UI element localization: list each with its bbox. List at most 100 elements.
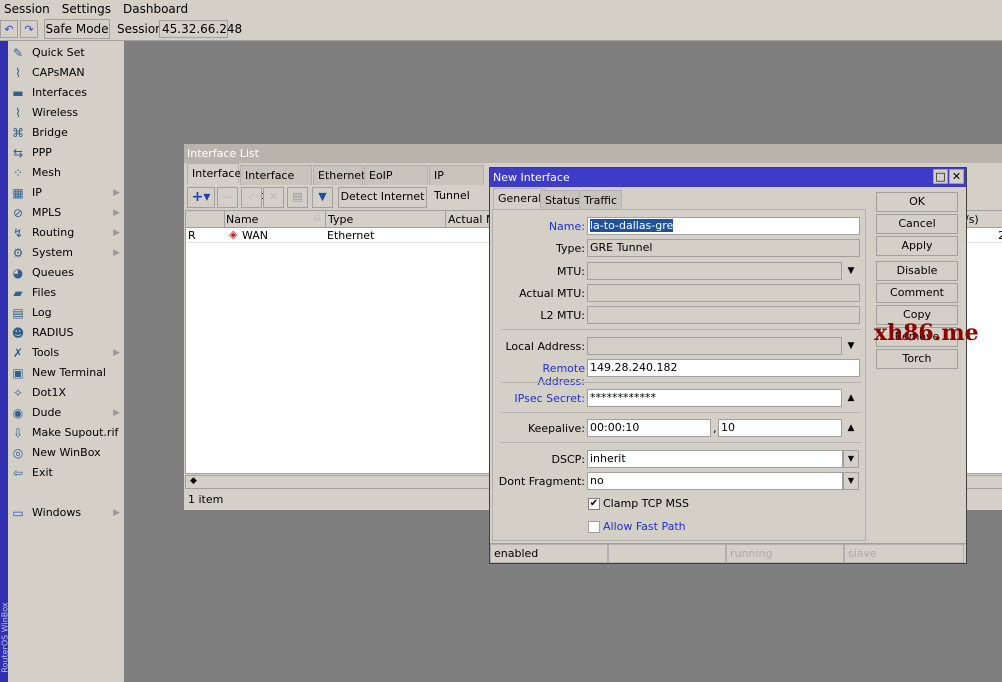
vertical-brand-text: RouterOS WinBox — [0, 602, 10, 673]
allow-fast-path-checkbox[interactable] — [588, 521, 600, 533]
remove-icon[interactable]: — — [217, 187, 238, 208]
sidebar-item-quick-set[interactable]: ✎ Quick Set — [8, 43, 124, 63]
sidebar-item-system[interactable]: ⚙ System ▶ — [8, 243, 124, 263]
sidebar-item-tools[interactable]: ✗ Tools ▶ — [8, 343, 124, 363]
sidebar-item-label: Exit — [32, 466, 53, 479]
item-count: 1 item — [188, 493, 224, 506]
disable-icon[interactable]: ✕ — [263, 187, 284, 208]
divider — [501, 382, 861, 383]
divider — [501, 442, 861, 443]
sidebar-item-windows[interactable]: ▭ Windows ▶ — [8, 503, 124, 523]
submenu-arrow-icon: ▶ — [113, 188, 120, 198]
collapse-arrow-icon[interactable]: ▲ — [843, 389, 859, 407]
name-input[interactable]: la-to-dallas-gre — [587, 217, 860, 235]
ok-button[interactable]: OK — [876, 192, 958, 212]
ipsec-secret-input[interactable]: ************ — [587, 389, 842, 407]
toolbar: ↶ ↷ Safe Mode Session: 45.32.66.248 — [0, 18, 1002, 41]
maximize-icon[interactable]: □ — [933, 169, 948, 184]
menubar: Session Settings Dashboard — [0, 0, 1002, 18]
col-type[interactable]: Type — [325, 211, 445, 228]
dscp-select[interactable]: inherit — [587, 450, 843, 468]
sidebar-item-dot1x[interactable]: ✧ Dot1X — [8, 383, 124, 403]
actual-mtu-value — [587, 284, 860, 302]
dot1x-icon: ✧ — [12, 386, 24, 400]
safe-mode-button[interactable]: Safe Mode — [44, 19, 110, 39]
apply-button[interactable]: Apply — [876, 236, 958, 256]
local-address-input[interactable] — [587, 337, 842, 355]
system-icon: ⚙ — [12, 246, 24, 260]
sidebar-item-log[interactable]: ▤ Log — [8, 303, 124, 323]
collapse-arrow-icon[interactable]: ▲ — [843, 419, 859, 437]
tab-general[interactable]: General — [493, 188, 547, 209]
detect-internet-button[interactable]: Detect Internet — [338, 187, 427, 208]
sidebar-item-bridge[interactable]: ⌘ Bridge — [8, 123, 124, 143]
menu-session[interactable]: Session — [0, 0, 54, 18]
sidebar-item-wireless[interactable]: ⌇ Wireless — [8, 103, 124, 123]
keepalive-retries-input[interactable]: 10 — [718, 419, 842, 437]
mtu-label: MTU: — [557, 265, 585, 278]
dude-icon: ◉ — [12, 406, 24, 420]
col-flag[interactable] — [186, 211, 225, 228]
tab-ethernet[interactable]: Ethernet — [313, 165, 365, 185]
actual-mtu-label: Actual MTU: — [519, 287, 585, 300]
col-rate[interactable]: /s) — [965, 213, 979, 226]
make-supout-rif-icon: ⇩ — [12, 426, 24, 440]
status-empty — [608, 544, 726, 563]
undo-icon[interactable]: ↶ — [0, 20, 18, 38]
sidebar-item-mesh[interactable]: ⁘ Mesh — [8, 163, 124, 183]
disable-button[interactable]: Disable — [876, 261, 958, 281]
sidebar-item-interfaces[interactable]: ▬ Interfaces — [8, 83, 124, 103]
clamp-tcp-mss-checkbox[interactable]: ✔ — [588, 498, 600, 510]
torch-button[interactable]: Torch — [876, 349, 958, 369]
tab-ip-tunnel[interactable]: IP Tunnel — [429, 165, 484, 202]
redo-icon[interactable]: ↷ — [20, 20, 38, 38]
sidebar-item-label: CAPsMAN — [32, 66, 85, 79]
col-name[interactable]: Name — [226, 213, 326, 226]
enable-icon[interactable]: ✓ — [241, 187, 262, 208]
sidebar-item-capsman[interactable]: ⌇ CAPsMAN — [8, 63, 124, 83]
submenu-arrow-icon: ▶ — [113, 408, 120, 418]
sidebar-item-ppp[interactable]: ⇆ PPP — [8, 143, 124, 163]
sidebar-item-ip[interactable]: ▦ IP ▶ — [8, 183, 124, 203]
sidebar-item-mpls[interactable]: ⊘ MPLS ▶ — [8, 203, 124, 223]
sort-asc-icon: △ — [314, 212, 321, 222]
log-icon: ▤ — [12, 306, 24, 320]
remote-address-input[interactable]: 149.28.240.182 — [587, 359, 860, 377]
keepalive-interval-input[interactable]: 00:00:10 — [587, 419, 711, 437]
close-icon[interactable]: ✕ — [949, 169, 964, 184]
clamp-tcp-mss-label: Clamp TCP MSS — [603, 497, 690, 510]
sidebar-item-label: Dot1X — [32, 386, 67, 399]
cancel-button[interactable]: Cancel — [876, 214, 958, 234]
menu-dashboard[interactable]: Dashboard — [119, 0, 192, 18]
sidebar-item-dude[interactable]: ◉ Dude ▶ — [8, 403, 124, 423]
row-name: WAN — [242, 229, 269, 242]
tab-interface-list[interactable]: Interface List — [240, 165, 312, 202]
tab-traffic[interactable]: Traffic — [579, 190, 623, 209]
sidebar-item-new-winbox[interactable]: ◎ New WinBox — [8, 443, 124, 463]
dropdown-arrow-icon[interactable]: ▼ — [843, 262, 859, 280]
tab-eoip-tunnel[interactable]: EoIP Tunnel — [364, 165, 428, 202]
filter-icon[interactable]: ▼ — [312, 187, 333, 208]
select-arrow-icon[interactable]: ▼ — [843, 450, 859, 468]
sidebar-item-radius[interactable]: ☻ RADIUS — [8, 323, 124, 343]
watermark: xh86.me — [874, 320, 979, 346]
add-button[interactable]: +▾ — [187, 187, 215, 208]
comment-icon[interactable]: ▤ — [287, 187, 308, 208]
select-arrow-icon[interactable]: ▼ — [843, 472, 859, 490]
tab-interface[interactable]: Interface — [187, 163, 241, 183]
dropdown-arrow-icon[interactable]: ▼ — [843, 337, 859, 355]
sidebar-item-new-terminal[interactable]: ▣ New Terminal — [8, 363, 124, 383]
sidebar-item-routing[interactable]: ↯ Routing ▶ — [8, 223, 124, 243]
sidebar-item-files[interactable]: ▰ Files — [8, 283, 124, 303]
comment-button[interactable]: Comment — [876, 283, 958, 303]
menu-settings[interactable]: Settings — [58, 0, 115, 18]
general-panel: Name: la-to-dallas-gre Type: GRE Tunnel … — [492, 209, 866, 541]
mtu-input[interactable] — [587, 262, 842, 280]
sidebar-item-label: Routing — [32, 226, 75, 239]
routing-icon: ↯ — [12, 226, 24, 240]
session-value: 45.32.66.248 — [159, 20, 242, 38]
dont-fragment-select[interactable]: no — [587, 472, 843, 490]
sidebar-item-queues[interactable]: ◕ Queues — [8, 263, 124, 283]
sidebar-item-make-supout-rif[interactable]: ⇩ Make Supout.rif — [8, 423, 124, 443]
sidebar-item-exit[interactable]: ⇦ Exit — [8, 463, 124, 483]
